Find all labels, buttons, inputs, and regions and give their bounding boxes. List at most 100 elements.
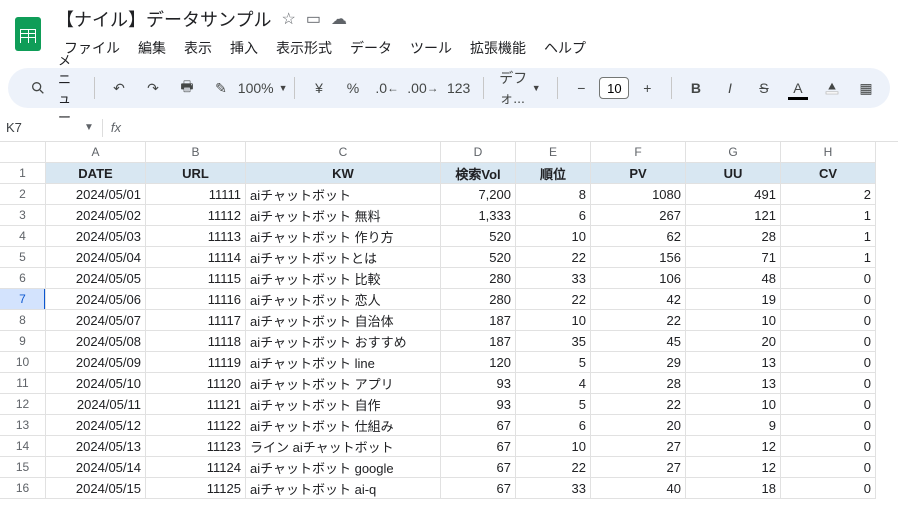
cell-E11[interactable]: 4	[516, 373, 591, 394]
cell-D7[interactable]: 280	[441, 289, 516, 310]
col-header-E[interactable]: E	[516, 142, 591, 163]
cell-D5[interactable]: 520	[441, 247, 516, 268]
cell-C16[interactable]: aiチャットボット ai-q	[246, 478, 441, 499]
cell-B14[interactable]: 11123	[146, 436, 246, 457]
undo-icon[interactable]: ↶	[105, 74, 133, 102]
cell-H11[interactable]: 0	[781, 373, 876, 394]
cell-G5[interactable]: 71	[686, 247, 781, 268]
cell-C10[interactable]: aiチャットボット line	[246, 352, 441, 373]
row-header-10[interactable]: 10	[0, 352, 46, 373]
cell-B3[interactable]: 11112	[146, 205, 246, 226]
cell-H14[interactable]: 0	[781, 436, 876, 457]
cell-B7[interactable]: 11116	[146, 289, 246, 310]
cell-G11[interactable]: 13	[686, 373, 781, 394]
cell-D3[interactable]: 1,333	[441, 205, 516, 226]
cell-C15[interactable]: aiチャットボット google	[246, 457, 441, 478]
cell-D13[interactable]: 67	[441, 415, 516, 436]
cell-F6[interactable]: 106	[591, 268, 686, 289]
cell-F2[interactable]: 1080	[591, 184, 686, 205]
col-header-C[interactable]: C	[246, 142, 441, 163]
row-header-9[interactable]: 9	[0, 331, 46, 352]
col-header-B[interactable]: B	[146, 142, 246, 163]
cell-C14[interactable]: ライン aiチャットボット	[246, 436, 441, 457]
cell-A13[interactable]: 2024/05/12	[46, 415, 146, 436]
font-select[interactable]: デフォ...▼	[493, 74, 546, 102]
row-header-2[interactable]: 2	[0, 184, 46, 205]
cell-D16[interactable]: 67	[441, 478, 516, 499]
cell-C11[interactable]: aiチャットボット アプリ	[246, 373, 441, 394]
cell-B8[interactable]: 11117	[146, 310, 246, 331]
row-header-6[interactable]: 6	[0, 268, 46, 289]
cell-H7[interactable]: 0	[781, 289, 876, 310]
cell-H10[interactable]: 0	[781, 352, 876, 373]
row-header-13[interactable]: 13	[0, 415, 46, 436]
cell-A16[interactable]: 2024/05/15	[46, 478, 146, 499]
header-cell-D[interactable]: 検索Vol	[441, 163, 516, 184]
cell-B9[interactable]: 11118	[146, 331, 246, 352]
cell-F16[interactable]: 40	[591, 478, 686, 499]
cell-A6[interactable]: 2024/05/05	[46, 268, 146, 289]
cell-H4[interactable]: 1	[781, 226, 876, 247]
cell-G13[interactable]: 9	[686, 415, 781, 436]
percent-button[interactable]: %	[339, 74, 367, 102]
cell-D6[interactable]: 280	[441, 268, 516, 289]
cell-H3[interactable]: 1	[781, 205, 876, 226]
cell-B13[interactable]: 11122	[146, 415, 246, 436]
cell-D11[interactable]: 93	[441, 373, 516, 394]
cell-E5[interactable]: 22	[516, 247, 591, 268]
cell-E8[interactable]: 10	[516, 310, 591, 331]
col-header-A[interactable]: A	[46, 142, 146, 163]
cell-F8[interactable]: 22	[591, 310, 686, 331]
cell-B16[interactable]: 11125	[146, 478, 246, 499]
cell-H5[interactable]: 1	[781, 247, 876, 268]
cell-B4[interactable]: 11113	[146, 226, 246, 247]
cell-B2[interactable]: 11111	[146, 184, 246, 205]
row-header-4[interactable]: 4	[0, 226, 46, 247]
cell-H16[interactable]: 0	[781, 478, 876, 499]
cell-H9[interactable]: 0	[781, 331, 876, 352]
col-header-G[interactable]: G	[686, 142, 781, 163]
strikethrough-button[interactable]: S	[750, 74, 778, 102]
cell-F14[interactable]: 27	[591, 436, 686, 457]
header-cell-G[interactable]: UU	[686, 163, 781, 184]
cell-D2[interactable]: 7,200	[441, 184, 516, 205]
cell-F5[interactable]: 156	[591, 247, 686, 268]
cell-C13[interactable]: aiチャットボット 仕組み	[246, 415, 441, 436]
cell-C5[interactable]: aiチャットボットとは	[246, 247, 441, 268]
paint-format-icon[interactable]: ✎	[207, 74, 235, 102]
row-header-15[interactable]: 15	[0, 457, 46, 478]
cell-A4[interactable]: 2024/05/03	[46, 226, 146, 247]
fontsize-increase[interactable]: +	[633, 74, 661, 102]
decrease-decimal-button[interactable]: .0←	[373, 74, 401, 102]
cell-C2[interactable]: aiチャットボット	[246, 184, 441, 205]
cell-F9[interactable]: 45	[591, 331, 686, 352]
cell-G8[interactable]: 10	[686, 310, 781, 331]
cell-H15[interactable]: 0	[781, 457, 876, 478]
cell-B5[interactable]: 11114	[146, 247, 246, 268]
cell-E7[interactable]: 22	[516, 289, 591, 310]
cell-E2[interactable]: 8	[516, 184, 591, 205]
bold-button[interactable]: B	[682, 74, 710, 102]
row-header-8[interactable]: 8	[0, 310, 46, 331]
cell-E9[interactable]: 35	[516, 331, 591, 352]
header-cell-B[interactable]: URL	[146, 163, 246, 184]
cell-A12[interactable]: 2024/05/11	[46, 394, 146, 415]
cell-E4[interactable]: 10	[516, 226, 591, 247]
spreadsheet-grid[interactable]: ABCDEFGH1DATEURLKW検索Vol順位PVUUCV22024/05/…	[0, 142, 898, 499]
cell-G4[interactable]: 28	[686, 226, 781, 247]
cell-G12[interactable]: 10	[686, 394, 781, 415]
cell-B11[interactable]: 11120	[146, 373, 246, 394]
search-icon[interactable]	[24, 74, 52, 102]
cell-G3[interactable]: 121	[686, 205, 781, 226]
cell-C12[interactable]: aiチャットボット 自作	[246, 394, 441, 415]
star-icon[interactable]: ☆	[281, 9, 295, 29]
cell-A7[interactable]: 2024/05/06	[46, 289, 146, 310]
cell-G7[interactable]: 19	[686, 289, 781, 310]
cell-F13[interactable]: 20	[591, 415, 686, 436]
number-format-button[interactable]: 123	[445, 74, 473, 102]
cell-G15[interactable]: 12	[686, 457, 781, 478]
row-header-3[interactable]: 3	[0, 205, 46, 226]
text-color-button[interactable]: A	[784, 74, 812, 102]
cloud-icon[interactable]: ☁	[331, 9, 347, 29]
row-header-16[interactable]: 16	[0, 478, 46, 499]
